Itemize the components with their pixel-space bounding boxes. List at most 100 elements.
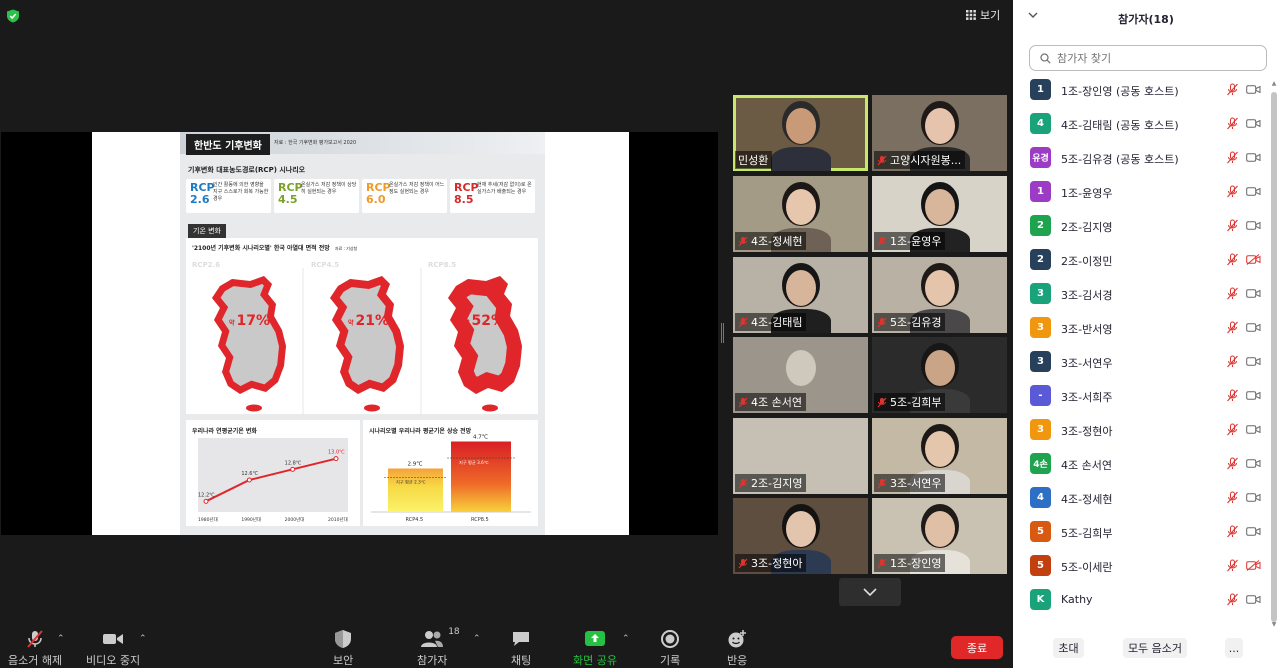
- participant-row[interactable]: 유경 5조-김유경 (공동 호스트): [1013, 141, 1271, 175]
- rcp-card: RCP 6.0 온실가스 저감 정책이 어느 정도 실현되는 경우: [362, 179, 447, 213]
- video-options-caret[interactable]: ⌃: [139, 634, 147, 644]
- tile-name-label: 5조-김희부: [874, 393, 946, 411]
- unmute-button[interactable]: 음소거 해제: [8, 629, 62, 668]
- video-tile[interactable]: 2조-김지영: [733, 418, 868, 494]
- camera-icon[interactable]: [1246, 458, 1261, 469]
- x-tick-label: 1980년대: [198, 516, 218, 523]
- mic-muted-icon[interactable]: [1226, 389, 1239, 402]
- mic-muted-icon[interactable]: [1226, 457, 1239, 470]
- panel-splitter[interactable]: [721, 323, 724, 343]
- camera-off-icon[interactable]: [1246, 560, 1261, 571]
- audio-options-caret[interactable]: ⌃: [57, 634, 65, 644]
- participant-row[interactable]: 1 1조-윤영우: [1013, 175, 1271, 209]
- mic-muted-icon[interactable]: [1226, 525, 1239, 538]
- video-tile[interactable]: 5조-김희부: [872, 337, 1007, 413]
- participants-options-caret[interactable]: ⌃: [473, 634, 481, 644]
- camera-icon[interactable]: [1246, 492, 1261, 503]
- camera-icon[interactable]: [1246, 288, 1261, 299]
- camera-icon[interactable]: [1246, 84, 1261, 95]
- participant-name: 5조-김희부: [1061, 527, 1113, 540]
- security-button[interactable]: 보안: [333, 629, 353, 668]
- camera-icon[interactable]: [1246, 118, 1261, 129]
- mic-muted-icon: [738, 558, 748, 568]
- rcp-desc: 인간 활동에 의한 영향을 지구 스스로가 회복 가능한 경우: [213, 182, 269, 202]
- video-tile[interactable]: 5조-김유경: [872, 257, 1007, 333]
- scrollbar[interactable]: ▲ ▼: [1271, 80, 1277, 628]
- camera-icon[interactable]: [1246, 424, 1261, 435]
- map-percentage: 약 17%: [229, 313, 270, 329]
- end-meeting-button[interactable]: 종료: [951, 636, 1003, 659]
- rcp-card: RCP 2.6 인간 활동에 의한 영향을 지구 스스로가 회복 가능한 경우: [186, 179, 271, 213]
- view-button[interactable]: 보기: [966, 7, 1000, 23]
- camera-icon[interactable]: [1246, 186, 1261, 197]
- mic-muted-icon[interactable]: [1226, 185, 1239, 198]
- scroll-down-arrow-icon[interactable]: ▼: [1271, 621, 1277, 628]
- participant-row[interactable]: 4 4조-김태림 (공동 호스트): [1013, 107, 1271, 141]
- mic-muted-icon[interactable]: [1226, 151, 1239, 164]
- mic-muted-icon[interactable]: [1226, 83, 1239, 96]
- participant-row[interactable]: 3 3조-서연우: [1013, 345, 1271, 379]
- video-tile[interactable]: 민성환: [733, 95, 868, 171]
- record-button[interactable]: 기록: [660, 629, 680, 668]
- chevron-down-icon[interactable]: [1028, 12, 1038, 19]
- share-screen-button[interactable]: 화면 공유: [573, 629, 617, 668]
- mic-muted-icon[interactable]: [1226, 117, 1239, 130]
- mic-muted-icon[interactable]: [1226, 423, 1239, 436]
- mute-all-button[interactable]: 모두 음소거: [1123, 638, 1187, 658]
- invite-button[interactable]: 초대: [1053, 638, 1084, 658]
- participant-row[interactable]: 2 2조-이정민: [1013, 243, 1271, 277]
- scroll-up-arrow-icon[interactable]: ▲: [1271, 80, 1277, 87]
- reactions-button[interactable]: 반응: [727, 629, 747, 668]
- participant-row[interactable]: 3 3조-정현아: [1013, 413, 1271, 447]
- mic-muted-icon[interactable]: [1226, 559, 1239, 572]
- mic-muted-icon[interactable]: [1226, 355, 1239, 368]
- video-tile[interactable]: 3조-정현아: [733, 498, 868, 574]
- video-tile[interactable]: 4조-정세현: [733, 176, 868, 252]
- camera-icon[interactable]: [1246, 322, 1261, 333]
- stop-video-button[interactable]: 비디오 중지: [86, 629, 140, 668]
- scroll-down-button[interactable]: [839, 578, 901, 606]
- map-label: RCP2.6: [192, 261, 221, 269]
- mic-muted-icon[interactable]: [1226, 253, 1239, 266]
- participant-row[interactable]: 5 5조-이세란: [1013, 549, 1271, 583]
- encryption-shield-icon[interactable]: [6, 9, 20, 23]
- participant-row[interactable]: 5 5조-김희부: [1013, 515, 1271, 549]
- search-input[interactable]: [1057, 51, 1247, 65]
- more-options-button[interactable]: ...: [1225, 638, 1243, 658]
- participant-row[interactable]: 2 2조-김지영: [1013, 209, 1271, 243]
- camera-icon[interactable]: [1246, 220, 1261, 231]
- camera-off-icon[interactable]: [1246, 254, 1261, 265]
- participant-row[interactable]: 4 4조-정세현: [1013, 481, 1271, 515]
- participant-row[interactable]: 4손 4조 손서연: [1013, 447, 1271, 481]
- participant-row[interactable]: K Kathy: [1013, 583, 1271, 617]
- mic-muted-icon[interactable]: [1226, 287, 1239, 300]
- share-options-caret[interactable]: ⌃: [622, 634, 630, 644]
- participant-row[interactable]: 3 3조-반서영: [1013, 311, 1271, 345]
- mic-muted-icon[interactable]: [1226, 491, 1239, 504]
- camera-icon[interactable]: [1246, 356, 1261, 367]
- mic-muted-icon[interactable]: [1226, 219, 1239, 232]
- video-tile[interactable]: 4조-김태림: [733, 257, 868, 333]
- participant-row[interactable]: 3 3조-김서경: [1013, 277, 1271, 311]
- rcp-card: RCP 4.5 온실가스 저감 정책이 상당히 실현되는 경우: [274, 179, 359, 213]
- mic-muted-icon: [877, 558, 887, 568]
- chat-button[interactable]: 채팅: [511, 629, 531, 668]
- video-tile[interactable]: 고양시자원봉...: [872, 95, 1007, 171]
- mic-muted-icon[interactable]: [1226, 321, 1239, 334]
- video-tile[interactable]: 4조 손서연: [733, 337, 868, 413]
- participant-row[interactable]: -3조-서희주: [1013, 379, 1271, 413]
- camera-icon[interactable]: [1246, 594, 1261, 605]
- scroll-thumb[interactable]: [1271, 92, 1277, 622]
- mic-muted-icon[interactable]: [1226, 593, 1239, 606]
- video-tile[interactable]: 1조-장인영: [872, 498, 1007, 574]
- video-tile[interactable]: 3조-서연우: [872, 418, 1007, 494]
- video-tile[interactable]: 1조-윤영우: [872, 176, 1007, 252]
- shared-screen[interactable]: 한반도 기후변화 자료 : 한국 기후변화 평가보고서 2020 기후변화 대표…: [1, 132, 718, 535]
- participant-row[interactable]: 1 1조-장인영 (공동 호스트): [1013, 73, 1271, 107]
- participant-search[interactable]: [1029, 45, 1267, 71]
- camera-icon[interactable]: [1246, 390, 1261, 401]
- avatar: 2: [1030, 249, 1051, 270]
- camera-icon[interactable]: [1246, 152, 1261, 163]
- camera-icon[interactable]: [1246, 526, 1261, 537]
- participants-button[interactable]: 18 참가자: [417, 627, 460, 668]
